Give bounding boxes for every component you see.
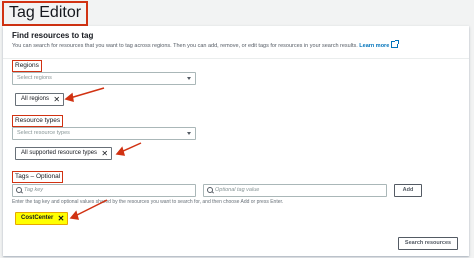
regions-arrow-head — [64, 92, 74, 103]
regions-arrow — [69, 87, 105, 99]
tags-arrow-head — [69, 210, 80, 220]
resource-types-arrow-head — [115, 146, 126, 156]
red-arrow-annotation — [64, 87, 142, 220]
tags-arrow — [74, 199, 108, 217]
resource-types-arrow — [120, 142, 142, 153]
